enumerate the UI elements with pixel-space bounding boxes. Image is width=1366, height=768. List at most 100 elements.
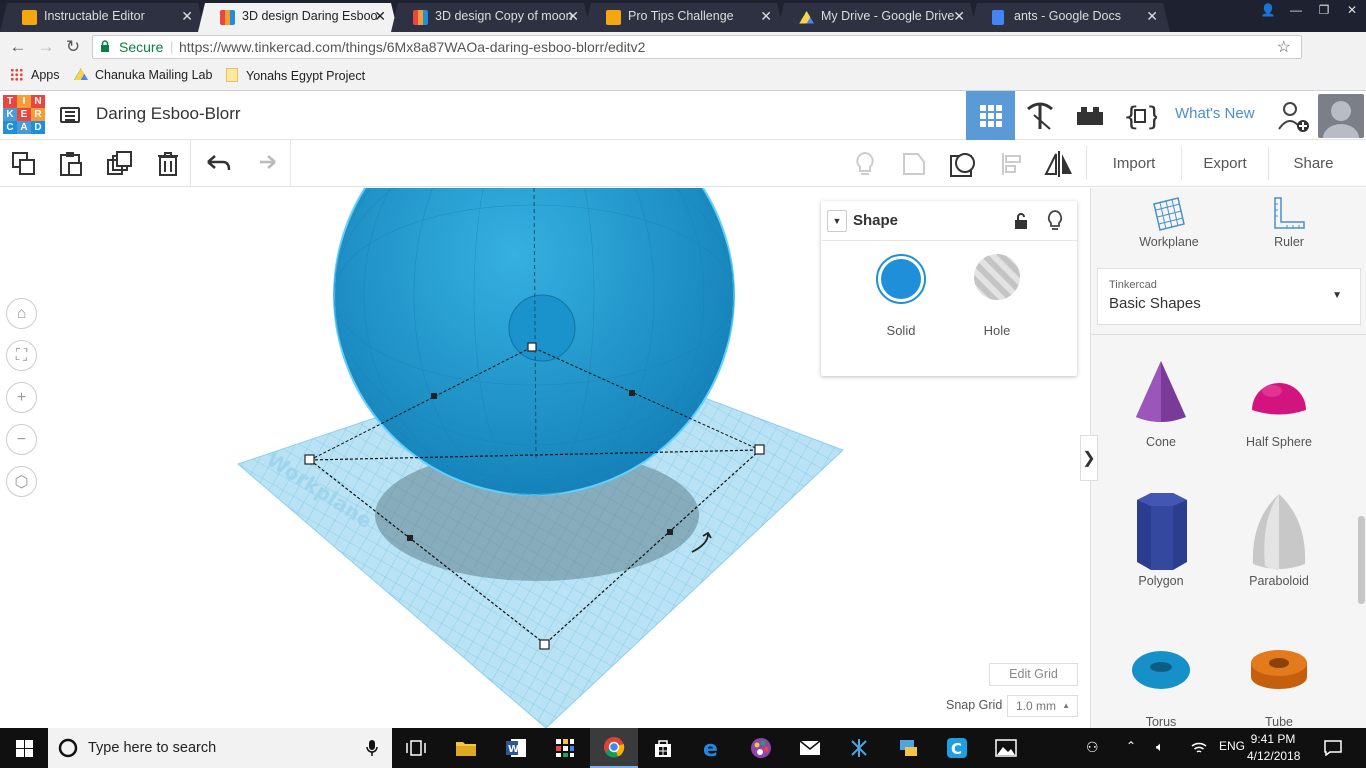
reload-icon[interactable]: ↻	[63, 37, 83, 57]
apps-button[interactable]	[541, 728, 589, 768]
resize-handle[interactable]	[407, 535, 413, 541]
ungroup-button[interactable]	[948, 149, 978, 179]
3d-canvas[interactable]: Workplane ⌂ ⛶ + − ⬡ ▼ Shape Solid Hole E…	[0, 188, 1090, 728]
redo-button[interactable]	[250, 149, 280, 179]
volume-icon[interactable]: 🔈︎	[1156, 739, 1164, 755]
collapse-panel-button[interactable]: ❯	[1080, 435, 1098, 481]
photos-button[interactable]	[982, 728, 1030, 768]
snap-grid-select[interactable]: 1.0 mm ▲	[1007, 695, 1078, 717]
tab-daring-esboo[interactable]: 3D design Daring Esboo- ✕	[198, 3, 398, 32]
microphone-icon[interactable]	[366, 739, 378, 757]
ruler-tool[interactable]: Ruler	[1249, 196, 1329, 249]
share-button[interactable]: Share	[1268, 146, 1358, 180]
delete-button[interactable]	[153, 149, 183, 179]
shape-paraboloid[interactable]: Paraboloid	[1220, 490, 1338, 588]
app-bluetooth-button[interactable]	[835, 728, 883, 768]
bricks-button[interactable]	[1065, 91, 1114, 140]
blocks-pickaxe-button[interactable]	[1015, 91, 1064, 140]
zoom-out-button[interactable]: −	[6, 424, 37, 455]
height-handle[interactable]	[527, 342, 537, 352]
taskbar-search-box[interactable]: Type here to search	[48, 728, 392, 768]
design-title[interactable]: Daring Esboo-Blorr	[96, 104, 241, 124]
mail-button[interactable]	[786, 728, 834, 768]
back-arrow-icon[interactable]: ←	[8, 37, 28, 57]
user-icon[interactable]: 👤	[1254, 0, 1282, 20]
shape-half-sphere[interactable]: Half Sphere	[1220, 355, 1338, 449]
language-indicator[interactable]: ENG	[1219, 739, 1245, 753]
tab-close-icon[interactable]: ✕	[953, 8, 965, 25]
tab-close-icon[interactable]: ✕	[181, 8, 193, 25]
home-view-button[interactable]: ⌂	[6, 298, 37, 329]
tab-pro-tips[interactable]: Pro Tips Challenge ✕	[584, 3, 784, 32]
codeblocks-button[interactable]: {}	[1115, 91, 1164, 140]
notifications-icon[interactable]	[1324, 740, 1342, 756]
group-button[interactable]	[899, 149, 929, 179]
resize-handle[interactable]	[539, 639, 550, 650]
start-button[interactable]	[0, 728, 48, 768]
tab-instructable-editor[interactable]: Instructable Editor ✕	[0, 3, 205, 32]
copy-button[interactable]	[9, 149, 39, 179]
zoom-in-button[interactable]: +	[6, 382, 37, 413]
system-clock[interactable]: 9:41 PM 4/12/2018	[1247, 731, 1300, 765]
add-user-button[interactable]	[1268, 91, 1317, 140]
tab-close-icon[interactable]: ✕	[760, 8, 772, 25]
edit-grid-button[interactable]: Edit Grid	[989, 663, 1078, 686]
tab-copy-of-moon[interactable]: 3D design Copy of moon ✕	[391, 3, 591, 32]
tab-google-drive[interactable]: My Drive - Google Drive ✕	[777, 3, 977, 32]
forward-arrow-icon[interactable]: →	[36, 37, 56, 57]
import-button[interactable]: Import	[1086, 146, 1181, 180]
chrome-button[interactable]	[590, 728, 638, 768]
wifi-icon[interactable]	[1190, 741, 1208, 755]
lightbulb-icon[interactable]	[1046, 210, 1064, 232]
perspective-button[interactable]: ⬡	[6, 466, 37, 497]
resize-handle[interactable]	[629, 390, 635, 396]
tab-close-icon[interactable]: ✕	[374, 8, 386, 25]
tinkercad-logo[interactable]: T I N K E R C A D	[3, 95, 45, 135]
paint-button[interactable]	[737, 728, 785, 768]
store-button[interactable]	[639, 728, 687, 768]
resize-handle[interactable]	[754, 444, 765, 455]
hole-option[interactable]	[974, 254, 1020, 300]
bookmark-chanuka[interactable]: Chanuka Mailing Lab	[74, 68, 212, 82]
file-explorer-button[interactable]	[442, 728, 490, 768]
people-icon[interactable]: ⚇	[1086, 739, 1099, 756]
small-sphere-shape[interactable]	[508, 294, 576, 362]
chevron-up-icon[interactable]: ⌃	[1126, 739, 1136, 753]
mirror-button[interactable]	[1044, 149, 1074, 179]
bookmark-apps[interactable]: Apps	[10, 68, 60, 82]
bookmark-yonahs[interactable]: Yonahs Egypt Project	[226, 68, 365, 83]
paste-button[interactable]	[56, 149, 86, 179]
unlock-icon[interactable]	[1013, 212, 1029, 230]
user-avatar[interactable]	[1318, 94, 1364, 138]
solid-option[interactable]	[876, 254, 926, 304]
shape-polygon[interactable]: Polygon	[1102, 490, 1220, 588]
resize-handle[interactable]	[667, 529, 673, 535]
shapes-scrollbar[interactable]	[1357, 335, 1366, 728]
restore-icon[interactable]: ❐	[1310, 0, 1338, 20]
export-button[interactable]: Export	[1181, 146, 1268, 180]
cortana-app-button[interactable]: C	[933, 728, 981, 768]
shape-cone[interactable]: Cone	[1102, 355, 1220, 449]
edge-button[interactable]: e	[688, 728, 736, 768]
collapse-dropdown-icon[interactable]: ▼	[827, 210, 847, 232]
library-select[interactable]: Tinkercad Basic Shapes ▼	[1097, 268, 1361, 325]
duplicate-button[interactable]	[105, 149, 135, 179]
resize-handle[interactable]	[431, 393, 437, 399]
3d-view-grid-button[interactable]	[966, 91, 1015, 140]
scrollbar-thumb[interactable]	[1358, 516, 1365, 604]
close-window-icon[interactable]: ✕	[1338, 0, 1366, 20]
align-button[interactable]	[997, 149, 1027, 179]
shape-torus[interactable]: Torus	[1102, 635, 1220, 728]
omnibox[interactable]: Secure | https://www.tinkercad.com/thing…	[92, 35, 1302, 59]
fit-view-button[interactable]: ⛶	[6, 340, 37, 371]
shape-tube[interactable]: Tube	[1220, 635, 1338, 728]
whats-new-link[interactable]: What's New	[1175, 105, 1255, 122]
tab-google-docs[interactable]: ants - Google Docs ✕	[970, 3, 1170, 32]
bookmark-star-icon[interactable]: ☆	[1277, 37, 1291, 57]
devices-button[interactable]	[884, 728, 932, 768]
tab-close-icon[interactable]: ✕	[1146, 8, 1158, 25]
tab-close-icon[interactable]: ✕	[567, 8, 579, 25]
minimize-icon[interactable]: —	[1282, 0, 1310, 20]
word-button[interactable]: W	[492, 728, 540, 768]
workplane-tool[interactable]: Workplane	[1129, 196, 1209, 249]
